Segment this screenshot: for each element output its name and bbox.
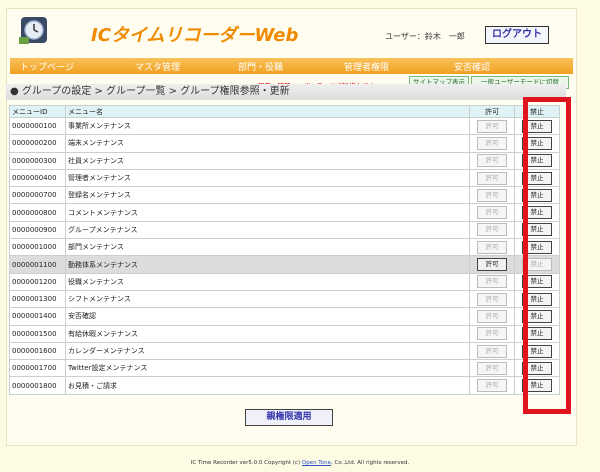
permit-button[interactable]: 許可 xyxy=(477,292,507,306)
permit-button[interactable]: 許可 xyxy=(477,119,507,133)
nav-safety[interactable]: 安否確認 xyxy=(454,60,490,73)
table-row: 0000001300 シフトメンテナンス 許可 禁止 xyxy=(9,289,560,309)
permit-button[interactable]: 許可 xyxy=(477,361,507,375)
copyright-text: IC Time Recorder ver5.0.0 Copyright (c) xyxy=(190,460,302,466)
nav-department[interactable]: 部門・役職 xyxy=(238,60,283,73)
highlight-frame xyxy=(523,97,571,414)
menu-name: 部門メンテナンス xyxy=(65,238,470,257)
menu-id: 0000001500 xyxy=(9,324,66,343)
col-header-permit: 許可 xyxy=(469,105,515,118)
menu-id: 0000000200 xyxy=(9,134,66,153)
table-row: 0000000300 社員メンテナンス 許可 禁止 xyxy=(9,151,560,170)
permit-button[interactable]: 許可 xyxy=(477,223,507,237)
table-row: 0000000800 コメントメンテナンス 許可 禁止 xyxy=(9,203,560,222)
logout-button[interactable]: ログアウト xyxy=(485,26,549,44)
clock-logo-icon xyxy=(19,17,47,44)
permit-button[interactable]: 許可 xyxy=(477,309,507,323)
menu-id: 0000000300 xyxy=(9,151,66,170)
menu-id: 0000001100 xyxy=(9,255,66,274)
permit-button[interactable]: 許可 xyxy=(477,327,507,341)
menu-id: 0000001000 xyxy=(9,238,66,257)
permit-button[interactable]: 許可 xyxy=(477,275,507,289)
table-header: メニューID メニュー名 許可 禁止 xyxy=(9,105,560,118)
user-label: ユーザー：鈴木 一郎 xyxy=(385,32,465,41)
table-row: 0000001200 役職メンテナンス 許可 禁止 xyxy=(9,272,560,291)
menu-id: 0000001800 xyxy=(9,376,66,395)
menu-name: 端末メンテナンス xyxy=(65,134,470,153)
table-row: 0000001800 お見積・ご請求 許可 禁止 xyxy=(9,376,560,395)
apply-parent-rights-button[interactable]: 親権限適用 xyxy=(245,409,333,426)
main-nav: トップページ マスタ管理 部門・役職 管理者権限 安否確認 xyxy=(10,58,573,74)
permit-button[interactable]: 許可 xyxy=(477,206,507,220)
table-row: 0000000900 グループメンテナンス 許可 禁止 xyxy=(9,220,560,240)
permit-button[interactable]: 許可 xyxy=(477,379,507,393)
table-row: 0000000100 事業所メンテナンス 許可 禁止 xyxy=(9,116,560,136)
table-row: 0000000400 管理者メンテナンス 許可 禁止 xyxy=(9,168,560,188)
breadcrumb: ● グループの設定 > グループ一覧 > グループ権限参照・更新 xyxy=(6,84,566,100)
col-header-name: メニュー名 xyxy=(65,105,470,118)
header: ICタイムリコーダーWeb ユーザー：鈴木 一郎 ログアウト xyxy=(7,9,576,55)
menu-name: 事業所メンテナンス xyxy=(65,116,470,136)
menu-name: カレンダーメンテナンス xyxy=(65,341,470,361)
menu-name: シフトメンテナンス xyxy=(65,289,470,309)
table-row: 0000000700 登録名メンテナンス 許可 禁止 xyxy=(9,186,560,205)
permit-button[interactable]: 許可 xyxy=(477,344,507,358)
nav-master[interactable]: マスタ管理 xyxy=(135,60,180,73)
permit-button[interactable]: 許可 xyxy=(477,258,507,272)
menu-name: コメントメンテナンス xyxy=(65,203,470,222)
menu-id: 0000001300 xyxy=(9,289,66,309)
nav-top[interactable]: トップページ xyxy=(20,60,74,73)
menu-id: 0000000700 xyxy=(9,186,66,205)
footer: IC Time Recorder ver5.0.0 Copyright (c) … xyxy=(0,460,600,466)
menu-id: 0000001400 xyxy=(9,307,66,326)
table-row: 0000000200 端末メンテナンス 許可 禁止 xyxy=(9,134,560,153)
menu-name: 登録名メンテナンス xyxy=(65,186,470,205)
permissions-table: メニューID メニュー名 許可 禁止 0000000100 事業所メンテナンス 許可… xyxy=(9,105,560,395)
permit-button[interactable]: 許可 xyxy=(477,188,507,202)
col-header-id: メニューID xyxy=(9,105,66,118)
menu-name: Twitter設定メンテナンス xyxy=(65,359,470,378)
menu-id: 0000001700 xyxy=(9,359,66,378)
menu-name: 社員メンテナンス xyxy=(65,151,470,170)
copyright-suffix: , Co.,Ltd. All rights reserved. xyxy=(330,460,410,466)
menu-id: 0000001200 xyxy=(9,272,66,291)
permit-button[interactable]: 許可 xyxy=(477,240,507,254)
menu-id: 0000000900 xyxy=(9,220,66,240)
menu-id: 0000001600 xyxy=(9,341,66,361)
menu-id: 0000000100 xyxy=(9,116,66,136)
menu-name: お見積・ご請求 xyxy=(65,376,470,395)
table-row: 0000001400 安否確認 許可 禁止 xyxy=(9,307,560,326)
menu-name: 管理者メンテナンス xyxy=(65,168,470,188)
app-title: ICタイムリコーダーWeb xyxy=(91,25,299,46)
menu-name: 役職メンテナンス xyxy=(65,272,470,291)
permit-button[interactable]: 許可 xyxy=(477,154,507,168)
table-row: 0000001100 勤務体系メンテナンス 許可 禁止 xyxy=(9,255,560,274)
table-row: 0000001000 部門メンテナンス 許可 禁止 xyxy=(9,238,560,257)
menu-id: 0000000800 xyxy=(9,203,66,222)
nav-admin-rights[interactable]: 管理者権限 xyxy=(344,60,389,73)
menu-name: 安否確認 xyxy=(65,307,470,326)
menu-name: 有給休暇メンテナンス xyxy=(65,324,470,343)
open-tone-link[interactable]: Open Tone xyxy=(302,460,331,466)
permit-button[interactable]: 許可 xyxy=(477,171,507,185)
table-row: 0000001700 Twitter設定メンテナンス 許可 禁止 xyxy=(9,359,560,378)
menu-name: グループメンテナンス xyxy=(65,220,470,240)
menu-id: 0000000400 xyxy=(9,168,66,188)
permit-button[interactable]: 許可 xyxy=(477,136,507,150)
menu-name: 勤務体系メンテナンス xyxy=(65,255,470,274)
table-row: 0000001600 カレンダーメンテナンス 許可 禁止 xyxy=(9,341,560,361)
table-row: 0000001500 有給休暇メンテナンス 許可 禁止 xyxy=(9,324,560,343)
